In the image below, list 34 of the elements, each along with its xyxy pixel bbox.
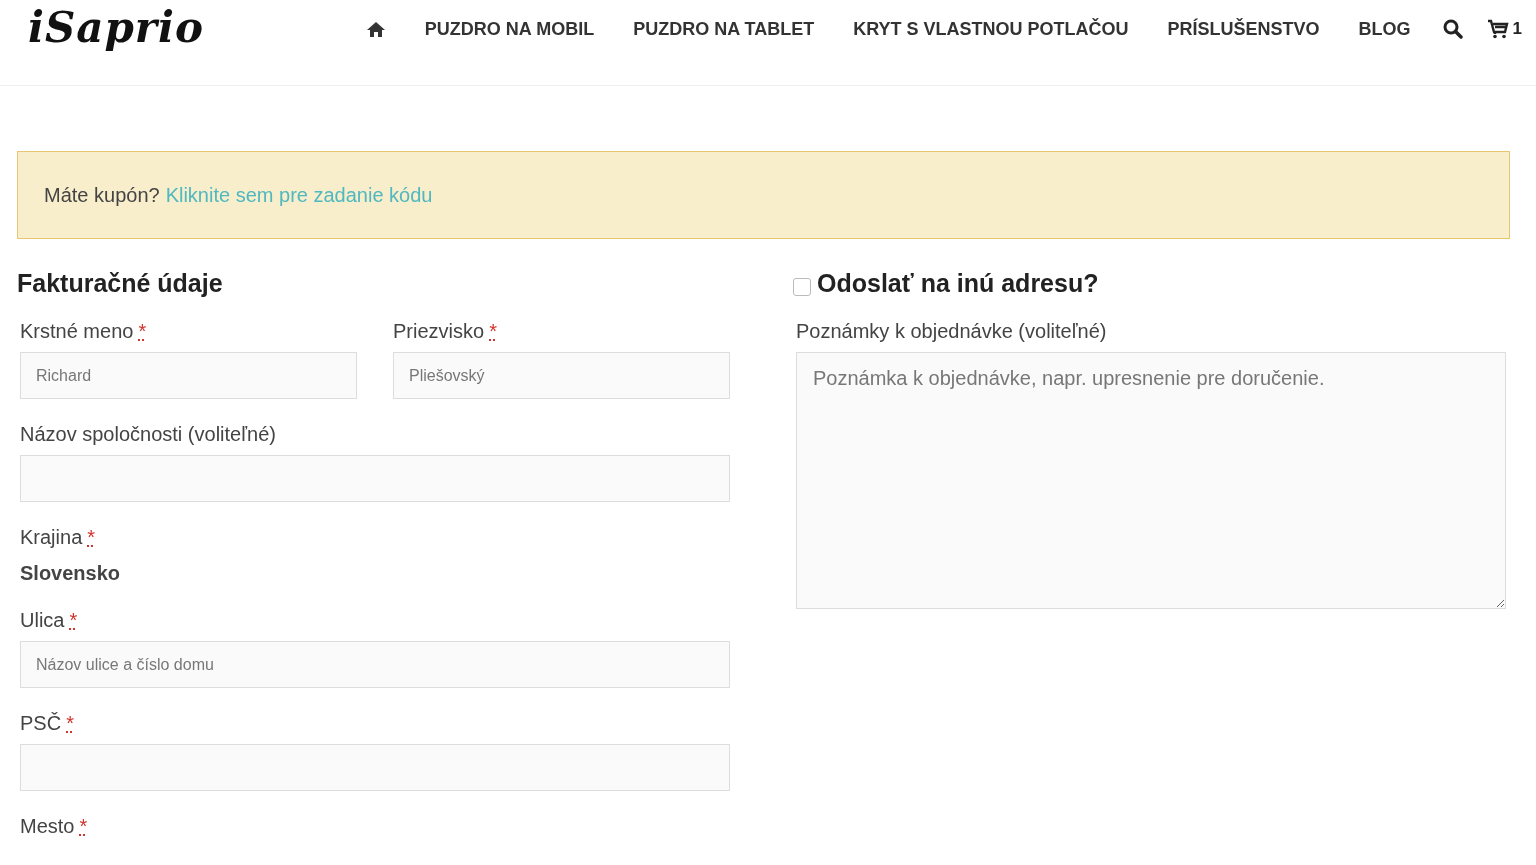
search-icon[interactable] (1442, 19, 1463, 39)
required-mark: * (69, 609, 78, 631)
checkbox[interactable] (793, 278, 811, 296)
input-field[interactable] (20, 455, 730, 502)
country-value: Slovensko (20, 562, 122, 585)
required-mark: * (138, 320, 147, 342)
home-icon[interactable] (365, 20, 386, 38)
required-mark: * (489, 320, 497, 342)
required-mark: * (87, 526, 96, 548)
field-label: Poznámky k objednávke (voliteľné) (796, 319, 1108, 343)
nav-link[interactable]: BLOG (1358, 18, 1411, 40)
nav-link[interactable]: PUZDRO NA MOBIL (424, 18, 595, 40)
field-label: PSČ * (20, 711, 75, 735)
input-field[interactable] (20, 744, 730, 791)
input-field[interactable]: Richard (20, 352, 357, 399)
field-label: Ulica * (20, 608, 79, 632)
required-mark: * (79, 815, 88, 837)
field-label: Priezvisko * (393, 319, 498, 343)
notes-textarea[interactable]: Poznámka k objednávke, napr. upresnenie pre doručenie. (796, 352, 1506, 609)
field-label: Krstné meno * (20, 319, 148, 343)
nav-link[interactable]: PRÍSLUŠENSTVO (1167, 18, 1320, 40)
coupon-text: Máte kupón? (44, 183, 160, 207)
required-mark: * (66, 712, 74, 734)
field-label: Mesto * (20, 814, 89, 838)
input-field[interactable]: Pliešovský (393, 352, 730, 399)
billing-title: Fakturačné údaje (17, 268, 224, 299)
logo[interactable]: iSaprio (28, 2, 204, 54)
shipping-title: Odoslať na inú adresu? (817, 268, 1099, 299)
nav-link[interactable]: PUZDRO NA TABLET (633, 18, 815, 40)
field-label: Krajina * (20, 525, 97, 549)
field-label: Názov spoločnosti (voliteľné) (20, 422, 277, 446)
nav-link[interactable]: KRYT S VLASTNOU POTLAČOU (853, 18, 1129, 40)
input-field[interactable]: Názov ulice a číslo domu (20, 641, 730, 688)
cart-button[interactable]: 1 (1486, 19, 1522, 39)
